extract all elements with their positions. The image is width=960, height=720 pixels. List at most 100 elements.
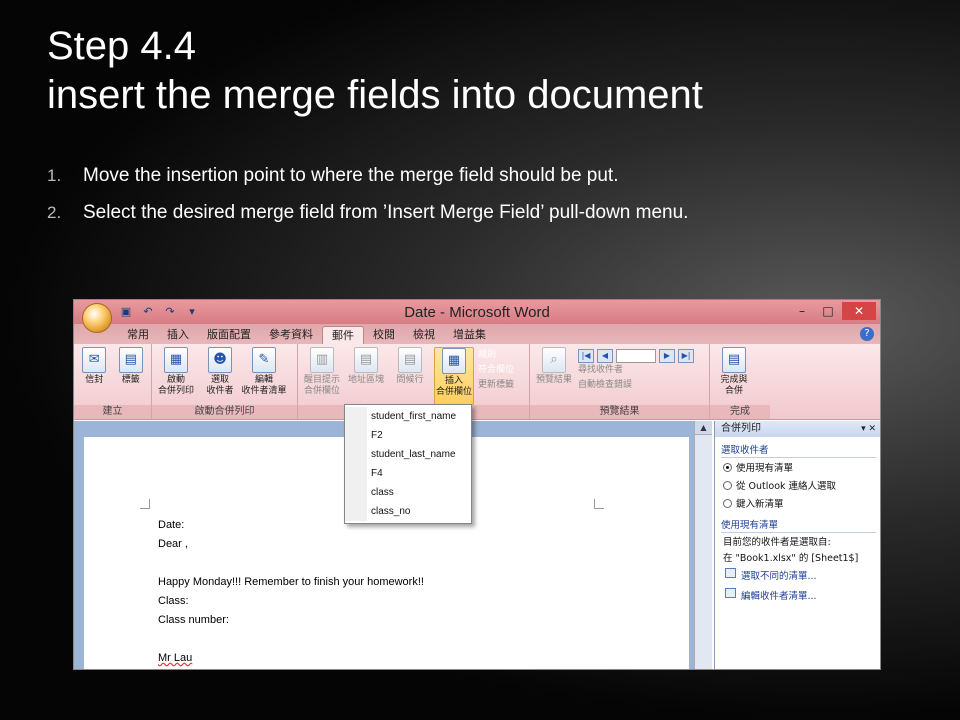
doc-line: Date:: [158, 519, 185, 531]
merge-field-option[interactable]: F4: [345, 464, 471, 483]
step-number: 2.: [47, 203, 62, 222]
mail-merge-task-pane: 合併列印 ▾ ✕ 選取收件者 使用現有清單 從 Outlook 連絡人選取 鍵入…: [714, 421, 880, 669]
finish-merge-button[interactable]: ▤ 完成與 合併: [714, 347, 754, 405]
write-small-buttons: 規則 符合欄位 更新標籤: [478, 347, 514, 405]
group-label: 啟動合併列印: [152, 405, 297, 419]
save-icon[interactable]: ▣: [118, 304, 134, 320]
group-label: 預覽結果: [530, 405, 709, 419]
group-label: 完成: [710, 405, 770, 419]
merge-field-option[interactable]: student_first_name: [345, 407, 471, 426]
previous-record-button[interactable]: ◀: [597, 348, 613, 363]
finish-merge-icon: ▤: [722, 347, 746, 373]
merge-field-option[interactable]: class: [345, 483, 471, 502]
recipient-source-text: 目前您的收件者是選取自:: [723, 537, 831, 548]
match-fields-button[interactable]: 符合欄位: [478, 364, 514, 377]
close-button[interactable]: ✕: [842, 302, 876, 320]
slide-title-line2: insert the merge fields into document: [47, 73, 703, 117]
group-preview-results: ⌕ 預覽結果 |◀ ◀ 1 ▶ ▶| 尋找收件者 自動檢查錯誤 預覽結果: [530, 344, 710, 419]
doc-line: Class:: [158, 595, 189, 607]
minimize-button[interactable]: –: [790, 302, 814, 320]
insert-field-icon: ▦: [442, 348, 466, 374]
labels-button[interactable]: ▤ 標籤: [115, 347, 148, 405]
tab-references[interactable]: 參考資料: [260, 326, 322, 344]
steps-list: 1. Move the insertion point to where the…: [47, 162, 847, 236]
document-icon: ▦: [164, 347, 188, 373]
slide-title: Step 4.4 insert the merge fields into do…: [47, 22, 703, 120]
section-heading: 使用現有清單: [721, 514, 876, 533]
help-icon[interactable]: ?: [860, 327, 874, 341]
envelopes-button[interactable]: ✉ 信封: [78, 347, 111, 405]
tab-home[interactable]: 常用: [118, 326, 158, 344]
group-finish: ▤ 完成與 合併 完成: [710, 344, 770, 419]
update-labels-button[interactable]: 更新標籤: [478, 379, 514, 392]
recipient-option-new[interactable]: 鍵入新清單: [715, 494, 880, 512]
radio-icon: [723, 462, 732, 472]
merge-field-option[interactable]: student_last_name: [345, 445, 471, 464]
edit-recipient-list-link[interactable]: 編輯收件者清單...: [715, 585, 880, 605]
last-record-button[interactable]: ▶|: [678, 348, 694, 363]
preview-results-button[interactable]: ⌕ 預覽結果: [534, 347, 574, 405]
tab-add-ins[interactable]: 增益集: [444, 326, 495, 344]
select-recipients-button[interactable]: ☻ 選取 收件者: [200, 347, 240, 405]
address-block-icon: ▤: [354, 347, 378, 373]
tab-insert[interactable]: 插入: [158, 326, 198, 344]
maximize-button[interactable]: □: [816, 302, 840, 320]
preview-small-buttons: |◀ ◀ 1 ▶ ▶| 尋找收件者 自動檢查錯誤: [578, 347, 694, 405]
list-icon: [725, 568, 736, 578]
recipient-option-existing[interactable]: 使用現有清單: [715, 458, 880, 476]
doc-line: Dear ,: [158, 538, 188, 550]
tab-review[interactable]: 校閱: [364, 326, 404, 344]
step-item: 1. Move the insertion point to where the…: [47, 162, 847, 189]
insert-merge-field-button[interactable]: ▦ 插入 合併欄位: [434, 347, 474, 405]
find-recipient-button[interactable]: 尋找收件者: [578, 364, 694, 377]
first-record-button[interactable]: |◀: [578, 348, 594, 363]
slide-title-line1: Step 4.4: [47, 24, 197, 68]
highlight-icon: ▥: [310, 347, 334, 373]
merge-field-option[interactable]: class_no: [345, 502, 471, 521]
tab-mailings[interactable]: 郵件: [322, 326, 364, 344]
vertical-scrollbar[interactable]: ▲: [694, 421, 712, 669]
doc-line: Mr Lau: [158, 652, 193, 664]
step-text: Select the desired merge field from ’Ins…: [83, 202, 689, 223]
edit-recipient-list-button[interactable]: ✎ 編輯 收件者清單: [242, 347, 287, 405]
start-mail-merge-button[interactable]: ▦ 啟動 合併列印: [156, 347, 196, 405]
preview-icon: ⌕: [542, 347, 566, 373]
radio-icon: [723, 498, 732, 508]
address-block-button[interactable]: ▤ 地址區塊: [346, 347, 386, 405]
tab-view[interactable]: 檢視: [404, 326, 444, 344]
redo-icon[interactable]: ↷: [162, 304, 178, 320]
recipients-icon: ☻: [208, 347, 232, 373]
merge-field-option[interactable]: F2: [345, 426, 471, 445]
merge-field-dropdown: student_first_name F2 student_last_name …: [344, 404, 472, 524]
record-number-field[interactable]: 1: [616, 348, 656, 363]
quick-access-toolbar: ▣ ↶ ↷ ▾: [118, 304, 200, 320]
greeting-icon: ▤: [398, 347, 422, 373]
greeting-line-button[interactable]: ▤ 問候行: [390, 347, 430, 405]
rules-button[interactable]: 規則: [478, 349, 514, 362]
edit-list-icon: ✎: [252, 347, 276, 373]
envelope-icon: ✉: [82, 347, 107, 373]
labels-icon: ▤: [118, 347, 143, 373]
title-bar: ▣ ↶ ↷ ▾ Date - Microsoft Word – □ ✕: [74, 300, 880, 333]
customize-qat-icon[interactable]: ▾: [184, 304, 200, 320]
scroll-up-icon[interactable]: ▲: [695, 421, 712, 435]
step-number: 1.: [47, 166, 62, 185]
ribbon: ✉ 信封 ▤ 標籤 建立 ▦ 啟動 合併列印 ☻ 選取 收件者 ✎ 編輯 收件者清單 啟動…: [74, 344, 880, 420]
section-heading: 選取收件者: [721, 439, 876, 458]
margin-corner: [140, 499, 150, 509]
next-record-button[interactable]: ▶: [659, 348, 675, 363]
tab-page-layout[interactable]: 版面配置: [198, 326, 260, 344]
recipient-source-file: 在 "Book1.xlsx" 的 [Sheet1$]: [723, 553, 859, 564]
edit-icon: [725, 588, 736, 598]
highlight-merge-fields-button[interactable]: ▥ 醒目提示 合併欄位: [302, 347, 342, 405]
office-button[interactable]: [82, 303, 112, 333]
undo-icon[interactable]: ↶: [140, 304, 156, 320]
window-controls: – □ ✕: [790, 302, 876, 320]
step-item: 2. Select the desired merge field from ’…: [47, 199, 847, 226]
recipient-option-outlook[interactable]: 從 Outlook 連絡人選取: [715, 476, 880, 494]
doc-line: Happy Monday!!! Remember to finish your …: [158, 576, 424, 588]
step-text: Move the insertion point to where the me…: [83, 165, 619, 186]
select-different-list-link[interactable]: 選取不同的清單...: [715, 565, 880, 585]
auto-check-errors-button[interactable]: 自動檢查錯誤: [578, 379, 694, 392]
task-pane-close-icon[interactable]: ▾ ✕: [861, 421, 880, 437]
